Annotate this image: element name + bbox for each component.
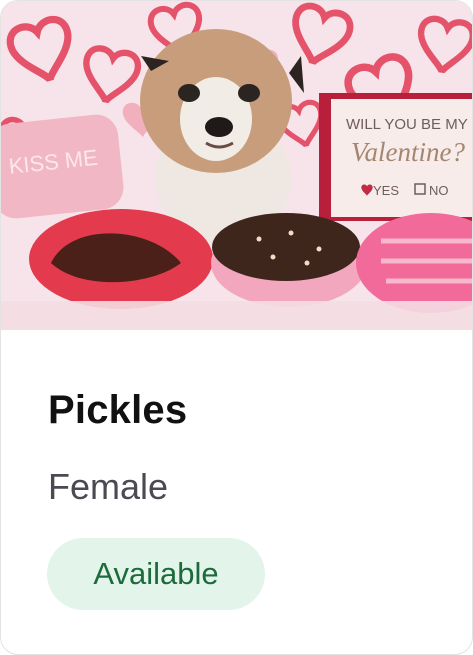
svg-text:YES: YES — [373, 183, 399, 198]
pet-photo[interactable]: KISS ME WILL YOU BE MY Valentine? YES NO — [1, 1, 472, 330]
strawberry-toy — [29, 209, 213, 309]
pet-name[interactable]: Pickles — [48, 388, 187, 433]
svg-text:NO: NO — [429, 183, 449, 198]
pet-gender: Female — [48, 466, 169, 507]
svg-text:WILL YOU BE MY: WILL YOU BE MY — [346, 116, 468, 133]
pet-info: Pickles Female Available — [1, 330, 472, 654]
kiss-me-pillow: KISS ME — [1, 114, 124, 219]
pet-card[interactable]: KISS ME WILL YOU BE MY Valentine? YES NO — [0, 0, 473, 655]
status-badge: Available — [47, 538, 265, 610]
puppy-photo-illustration: KISS ME WILL YOU BE MY Valentine? YES NO — [1, 1, 472, 330]
svg-text:Valentine?: Valentine? — [351, 137, 465, 167]
valentine-sign: WILL YOU BE MY Valentine? YES NO — [319, 93, 472, 221]
donut-toy — [211, 213, 367, 307]
